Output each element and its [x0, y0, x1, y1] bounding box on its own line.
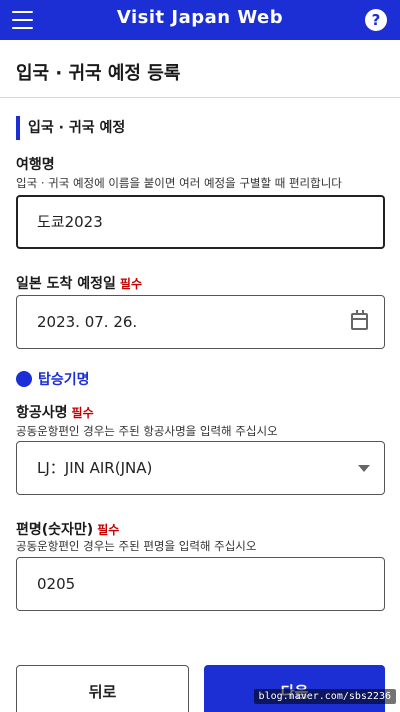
- arrival-date-value: 2023. 07. 26.: [37, 313, 138, 331]
- airline-label-text: 항공사명: [16, 405, 68, 421]
- bullet-dot-icon: [16, 371, 32, 387]
- required-badge: 필수: [97, 523, 120, 537]
- trip-name-label-text: 여행명: [16, 157, 55, 173]
- arrival-date-label-text: 일본 도착 예정일: [16, 276, 116, 292]
- airline-label: 항공사명 필수: [16, 402, 94, 422]
- required-badge: 필수: [119, 277, 143, 291]
- help-icon[interactable]: ?: [365, 9, 387, 31]
- trip-name-hint: 입국 · 귀국 예정에 이름을 붙이면 여러 예정을 구별할 때 편리합니다: [16, 176, 342, 190]
- calendar-icon[interactable]: [351, 310, 368, 330]
- airline-value: LJ：JIN AIR(JNA): [37, 459, 153, 477]
- flight-section-title: 탑승기명: [16, 370, 90, 390]
- airline-select[interactable]: LJ：JIN AIR(JNA): [16, 441, 385, 495]
- flight-section-label: 탑승기명: [38, 372, 90, 388]
- trip-name-input[interactable]: 도쿄2023: [16, 195, 385, 249]
- page-title: 입국 · 귀국 예정 등록: [16, 63, 181, 84]
- flight-number-label-text: 편명(숫자만): [16, 522, 94, 538]
- required-badge: 필수: [71, 406, 94, 420]
- app-title: Visit Japan Web: [116, 7, 284, 28]
- trip-name-label: 여행명: [16, 154, 55, 174]
- chevron-down-icon: [358, 465, 370, 472]
- flight-number-input[interactable]: 0205: [16, 557, 385, 611]
- airline-hint: 공동운항편인 경우는 주된 항공사명을 입력해 주십시오: [16, 424, 278, 438]
- arrival-date-input[interactable]: 2023. 07. 26.: [16, 295, 385, 349]
- trip-name-value: 도쿄2023: [37, 213, 103, 231]
- app-bar: Visit Japan Web ?: [0, 0, 400, 40]
- page-header: 입국 · 귀국 예정 등록: [0, 40, 400, 98]
- back-button[interactable]: 뒤로: [16, 665, 189, 712]
- flight-number-hint: 공동운항편인 경우는 주된 편명을 입력해 주십시오: [16, 539, 257, 553]
- watermark: blog.naver.com/sbs2236: [253, 689, 396, 704]
- section-title: 입국 · 귀국 예정: [16, 116, 125, 140]
- flight-number-value: 0205: [37, 575, 76, 593]
- arrival-date-label: 일본 도착 예정일 필수: [16, 273, 142, 293]
- flight-number-label: 편명(숫자만) 필수: [16, 519, 119, 539]
